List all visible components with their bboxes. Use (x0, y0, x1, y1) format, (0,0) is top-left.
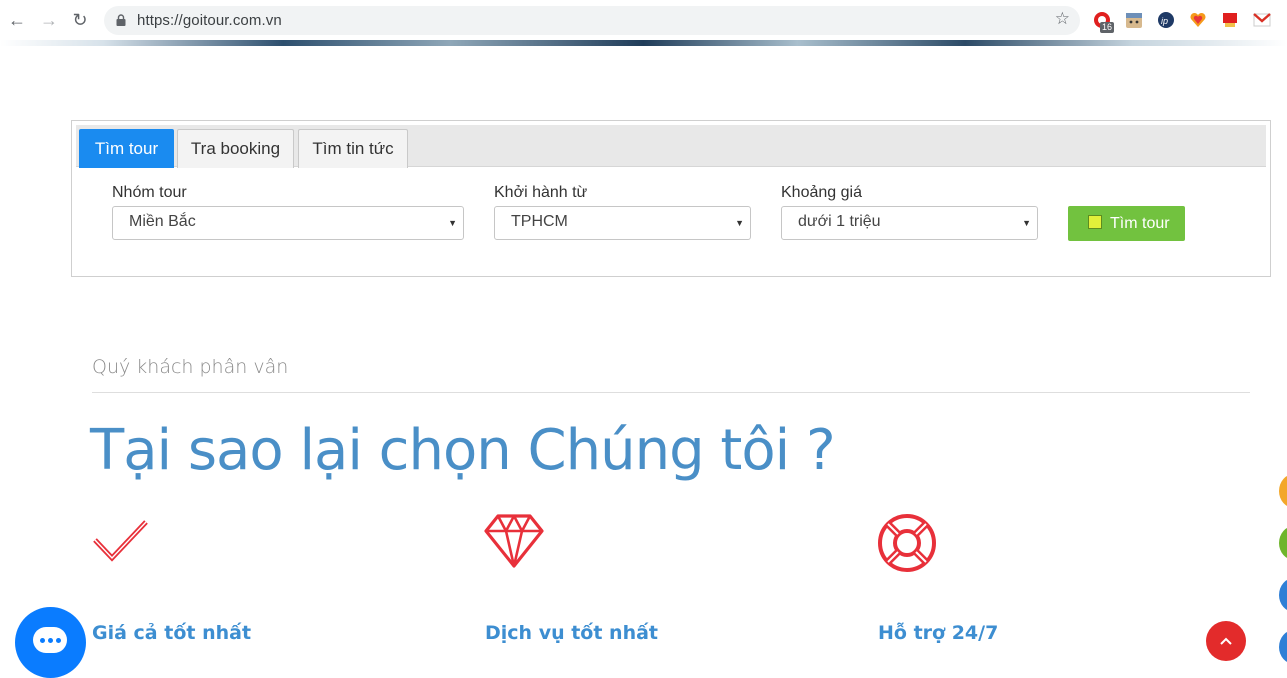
lock-icon (116, 14, 126, 26)
price-range-select[interactable]: dưới 1 triệu ▼ (781, 206, 1038, 240)
extension-heart-icon[interactable] (1189, 11, 1207, 29)
svg-text:ip: ip (1161, 16, 1168, 26)
gmail-icon[interactable] (1253, 11, 1271, 29)
departure-select[interactable]: TPHCM ▼ (494, 206, 751, 240)
tab-tim-tour[interactable]: Tìm tour (79, 129, 174, 168)
side-widget-green[interactable] (1279, 526, 1287, 560)
price-range-label: Khoảng giá (781, 184, 862, 201)
group-tour-label: Nhóm tour (112, 184, 187, 201)
search-tour-button[interactable]: Tìm tour (1068, 206, 1185, 241)
browser-toolbar: ← → ↻ https://goitour.com.vn ☆ 16 ip (0, 0, 1287, 40)
feature-title-best-price: Giá cả tốt nhất (92, 622, 252, 644)
header-banner-edge (0, 40, 1287, 46)
chevron-down-icon: ▼ (735, 218, 744, 228)
extension-face-icon[interactable] (1125, 11, 1143, 29)
side-widget-orange[interactable] (1279, 474, 1287, 508)
diamond-icon (484, 514, 544, 568)
reload-icon[interactable]: ↻ (69, 8, 91, 32)
group-tour-select[interactable]: Miền Bắc ▼ (112, 206, 464, 240)
departure-label: Khởi hành từ (494, 184, 588, 201)
side-widget-blue-2[interactable] (1279, 630, 1287, 664)
tour-search-panel: Tìm tour Tra booking Tìm tin tức Nhóm to… (71, 120, 1271, 277)
chevron-down-icon: ▼ (1022, 218, 1031, 228)
back-icon[interactable]: ← (6, 8, 28, 32)
chat-bubble-icon (33, 627, 67, 653)
url-text[interactable]: https://goitour.com.vn (137, 12, 282, 29)
section-subtitle: Quý khách phân vân (92, 356, 289, 378)
messenger-chat-button[interactable] (15, 607, 86, 678)
bookmark-star-icon[interactable]: ☆ (1055, 9, 1070, 29)
tab-tra-booking[interactable]: Tra booking (177, 129, 294, 168)
extension-badge: 16 (1100, 22, 1115, 33)
checkmark-icon (93, 520, 148, 562)
forward-icon[interactable]: → (38, 8, 60, 32)
extension-flag-icon[interactable] (1221, 11, 1239, 29)
lifebuoy-icon (878, 514, 936, 572)
address-bar[interactable]: https://goitour.com.vn ☆ (104, 6, 1080, 35)
search-icon (1088, 215, 1102, 229)
search-tour-button-label: Tìm tour (1110, 214, 1170, 232)
chevron-up-icon (1220, 637, 1232, 645)
group-tour-value: Miền Bắc (129, 213, 196, 230)
extension-ip-icon[interactable]: ip (1157, 11, 1175, 29)
search-tabs: Tìm tour Tra booking Tìm tin tức (76, 125, 1266, 168)
section-headline: Tại sao lại chọn Chúng tôi ? (90, 418, 836, 483)
scroll-to-top-button[interactable] (1206, 621, 1246, 661)
feature-title-support: Hỗ trợ 24/7 (878, 622, 999, 644)
tab-tim-tin-tuc[interactable]: Tìm tin tức (298, 129, 408, 168)
departure-value: TPHCM (511, 213, 568, 230)
feature-title-best-service: Dịch vụ tốt nhất (485, 622, 659, 644)
chevron-down-icon: ▼ (448, 218, 457, 228)
side-widget-blue[interactable] (1279, 578, 1287, 612)
price-range-value: dưới 1 triệu (798, 213, 881, 230)
section-divider (92, 392, 1250, 393)
